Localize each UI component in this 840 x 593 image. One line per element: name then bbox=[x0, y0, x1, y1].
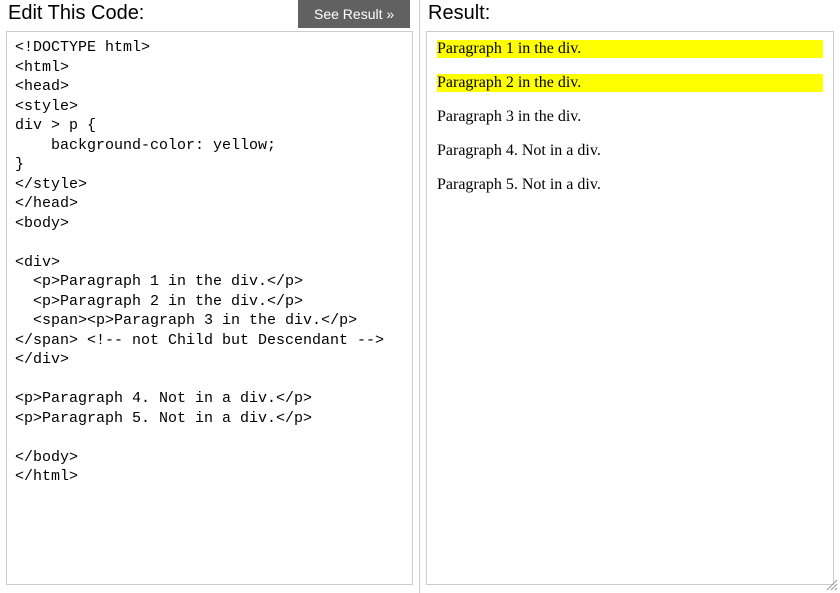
result-paragraph: Paragraph 2 in the div. bbox=[437, 74, 823, 92]
result-panel: Result: Paragraph 1 in the div.Paragraph… bbox=[420, 0, 840, 593]
code-editor[interactable]: <!DOCTYPE html> <html> <head> <style> di… bbox=[6, 31, 413, 585]
result-paragraph: Paragraph 1 in the div. bbox=[437, 40, 823, 58]
editor-panel: Edit This Code: <!DOCTYPE html> <html> <… bbox=[0, 0, 420, 593]
result-paragraph: Paragraph 5. Not in a div. bbox=[437, 176, 823, 194]
result-frame: Paragraph 1 in the div. Paragraph 2 in th… bbox=[426, 31, 834, 585]
result-paragraph: Paragraph 4. Not in a div. bbox=[437, 142, 823, 160]
app-container: See Result » Edit This Code: <!DOCTYPE h… bbox=[0, 0, 840, 593]
result-paragraph: Paragraph 3 in the div. bbox=[437, 108, 823, 126]
result-title: Result: bbox=[420, 0, 840, 27]
see-result-button[interactable]: See Result » bbox=[298, 0, 410, 28]
